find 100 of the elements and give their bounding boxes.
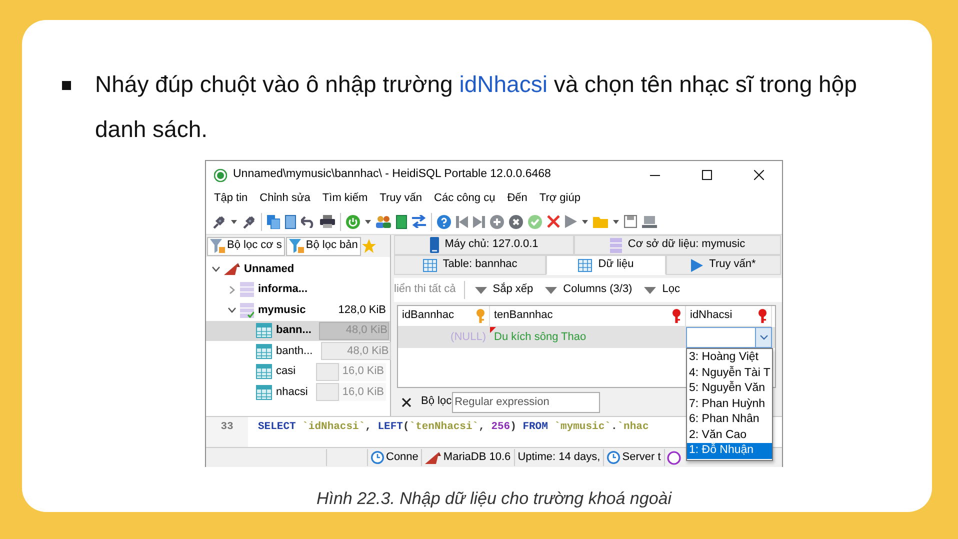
save-icon[interactable] <box>624 215 637 228</box>
menu-item[interactable]: Tập tin <box>208 190 254 208</box>
tab[interactable]: Máy chủ: 127.0.0.1 <box>394 235 574 255</box>
copy-icon[interactable] <box>267 214 280 228</box>
null-value: (NULL) <box>450 330 486 344</box>
tree-item[interactable]: Unnamed <box>206 259 390 280</box>
caret-icon[interactable] <box>365 220 371 224</box>
plug-icon[interactable] <box>212 214 226 228</box>
size-text: 48,0 KiB <box>346 324 388 338</box>
skip-first-icon[interactable] <box>456 216 468 228</box>
chevron-icon[interactable] <box>212 265 220 274</box>
tree-item[interactable]: banth... 48,0 KiB <box>206 341 390 362</box>
check-circle-icon[interactable] <box>528 214 542 228</box>
list-option[interactable]: 3: Hoàng Việt <box>687 350 772 366</box>
laptop-icon[interactable] <box>642 216 657 228</box>
chevron-icon[interactable] <box>228 306 236 314</box>
toolbar-text: liển thi tất cả <box>394 283 456 297</box>
filter-icon[interactable] <box>288 239 304 253</box>
tree-item[interactable]: informa... <box>206 280 390 300</box>
status-item: Conne <box>368 449 422 466</box>
table-cell: Du kích sông Thao <box>494 330 586 344</box>
clock-icon <box>371 451 384 464</box>
close-icon <box>754 170 764 180</box>
menu-item[interactable]: Chỉnh sửa <box>254 190 316 208</box>
undo-icon[interactable] <box>301 216 315 228</box>
database-icon <box>240 302 254 318</box>
bullet-text: Nháy đúp chuột vào ô nhập trường idNhacsi và chọn tên nhạc sĩ trong hộp danh sách. <box>95 70 858 144</box>
size-text: 16,0 KiB <box>342 365 384 378</box>
modified-marker-icon <box>490 327 496 333</box>
tree-item[interactable]: casi 16,0 KiB <box>206 362 390 382</box>
chevron-down-icon[interactable] <box>760 335 768 340</box>
list-option[interactable]: 4: Nguyễn Tài T <box>687 366 772 381</box>
help-icon[interactable] <box>437 214 451 228</box>
server-icon <box>430 237 439 253</box>
status-item: MariaDB 10.6 <box>422 449 515 466</box>
filter-icon[interactable] <box>210 239 225 253</box>
play-icon <box>691 258 704 272</box>
power-icon[interactable] <box>346 214 360 228</box>
list-option[interactable]: 5: Nguyễn Văn <box>687 381 772 396</box>
tab[interactable]: Dữ liệu <box>546 255 666 275</box>
document-icon[interactable] <box>285 214 296 228</box>
dropdown-field[interactable] <box>686 327 772 348</box>
star-icon[interactable] <box>362 239 376 253</box>
play-icon[interactable] <box>565 215 577 228</box>
tab[interactable]: Truy vấn* <box>666 255 781 275</box>
figure-caption: Hình 22.3. Nhập dữ liệu cho trường khoá ngoài <box>316 489 672 509</box>
tree-item[interactable]: mymusic 128,0 KiB <box>206 300 390 320</box>
toolbar-button[interactable]: Sắp xếp <box>472 283 536 297</box>
list-option[interactable]: 6: Phan Nhân <box>687 412 772 428</box>
app-logo-icon <box>214 168 227 182</box>
list-option[interactable]: 7: Phan Huỳnh <box>687 396 772 412</box>
x-mark-icon[interactable] <box>547 215 560 228</box>
users-icon[interactable] <box>376 215 391 228</box>
maximize-icon <box>702 170 712 180</box>
caret-icon[interactable] <box>613 220 619 224</box>
menu-item[interactable]: Các công cụ <box>428 190 502 208</box>
clock-icon <box>607 451 620 464</box>
table-icon <box>256 384 272 400</box>
status-item: Server t <box>604 449 665 466</box>
printer-icon[interactable] <box>320 215 335 228</box>
menu-item[interactable]: Đến <box>501 190 534 208</box>
toolbar-button[interactable]: Columns (3/3) <box>543 283 634 297</box>
list-option[interactable]: 2: Văn Cao <box>687 428 772 443</box>
line-number: 33 <box>206 417 248 447</box>
key-icon <box>758 309 767 323</box>
database-icon <box>610 238 622 252</box>
menu-item[interactable]: Truy vấn <box>374 190 428 208</box>
plus-circle-icon[interactable] <box>490 214 504 228</box>
filter-tab[interactable]: Bộ lọc cơ s <box>207 236 285 256</box>
list-option[interactable]: 1: Đỗ Nhuận <box>687 443 772 458</box>
key-icon <box>672 309 681 323</box>
table-icon <box>256 364 272 380</box>
triangle-icon <box>545 286 558 294</box>
table-icon <box>422 258 437 272</box>
tree-item[interactable]: nhacsi 16,0 KiB <box>206 382 390 402</box>
tab[interactable]: Cơ sở dữ liệu: mymusic <box>574 235 781 255</box>
triangle-icon <box>644 286 656 294</box>
skip-last-icon[interactable] <box>473 216 485 228</box>
tree-item[interactable]: bann... 48,0 KiB <box>206 320 390 341</box>
tab[interactable]: Table: bannhac <box>394 255 546 275</box>
plug-icon[interactable] <box>242 214 256 228</box>
menu-item[interactable]: Trợ giúp <box>533 190 586 208</box>
triangle-icon <box>474 286 487 294</box>
size-text: 128,0 KiB <box>338 304 386 317</box>
caret-icon[interactable] <box>582 220 588 224</box>
database-icon <box>240 282 254 298</box>
filter-tab[interactable]: Bộ lọc bản <box>286 236 361 256</box>
window-title: Unnamed\mymusic\bannhac\ - HeidiSQL Portable 12.0.0.6468 <box>233 168 552 182</box>
arrows-icon[interactable] <box>412 215 426 228</box>
menu-item[interactable]: Tìm kiếm <box>316 190 374 208</box>
ring-icon <box>666 450 681 464</box>
table-icon <box>578 258 592 272</box>
x-circle-icon[interactable] <box>509 214 523 228</box>
table-icon <box>256 344 272 359</box>
caret-icon[interactable] <box>231 220 237 224</box>
filter-field[interactable]: Regular expression <box>452 392 600 412</box>
document-icon[interactable] <box>396 214 407 228</box>
size-text: 48,0 KiB <box>347 344 389 358</box>
status-item: Uptime: 14 days, <box>514 449 604 466</box>
toolbar-button[interactable]: Lọc <box>642 283 682 297</box>
